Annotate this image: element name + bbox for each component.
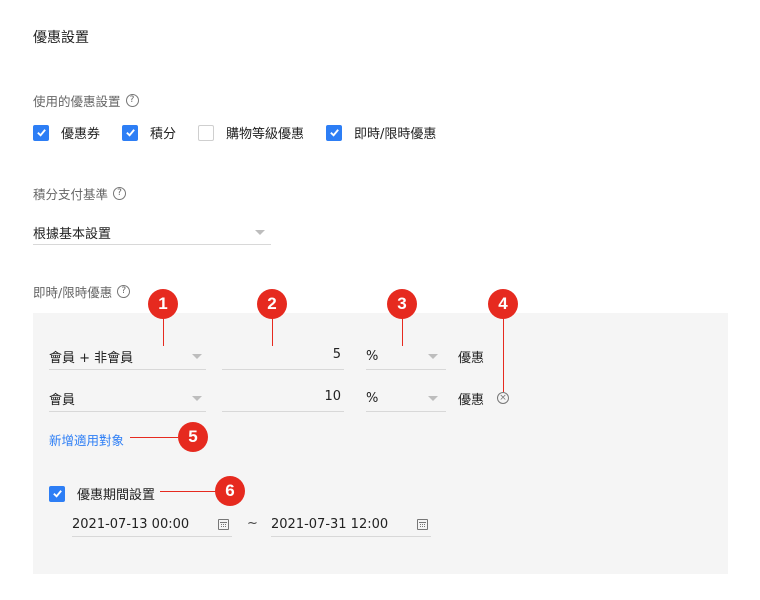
help-icon[interactable]: ?	[117, 285, 131, 298]
unit-select-2[interactable]: %	[366, 386, 446, 412]
discount-usage-options: 優惠券 積分 購物等級優惠 即時/限時優惠	[33, 123, 458, 142]
remove-row-icon[interactable]: ×	[497, 392, 509, 404]
annotation-badge-5: 5	[178, 422, 208, 452]
period-label: 優惠期間設置	[77, 488, 156, 503]
date-separator: ~	[247, 516, 258, 531]
annotation-line-3	[402, 318, 403, 346]
annotation-badge-6: 6	[215, 476, 245, 506]
end-date-input[interactable]: 2021-07-31 12:00	[271, 512, 431, 537]
calendar-icon[interactable]	[218, 518, 229, 530]
annotation-badge-1: 1	[148, 289, 178, 319]
checkbox-instant-discount[interactable]	[326, 124, 343, 141]
option-points[interactable]: 積分	[122, 123, 176, 142]
calendar-icon[interactable]	[417, 518, 428, 530]
start-date-input[interactable]: 2021-07-13 00:00	[72, 512, 232, 537]
chevron-down-icon	[428, 354, 438, 359]
option-label: 購物等級優惠	[226, 127, 305, 142]
chevron-down-icon	[428, 396, 438, 401]
row-suffix: 優惠	[458, 351, 485, 366]
points-basis-label-group: 積分支付基準 ?	[33, 184, 127, 203]
unit-select-1[interactable]: %	[366, 344, 446, 370]
checkbox-shopping-level[interactable]	[198, 124, 215, 141]
annotation-line-4	[503, 318, 504, 392]
annotation-line-2	[272, 318, 273, 346]
target-select-1[interactable]: 會員 + 非會員	[49, 344, 206, 370]
target-value: 會員 + 非會員	[49, 351, 134, 366]
option-label: 優惠券	[61, 127, 101, 142]
amount-input-1[interactable]: 5	[222, 344, 344, 370]
points-basis-select[interactable]: 根據基本設置	[33, 221, 271, 245]
annotation-line-6	[160, 491, 216, 492]
end-date-value: 2021-07-31 12:00	[271, 516, 389, 532]
page-title: 優惠設置	[33, 30, 89, 46]
annotation-badge-2: 2	[257, 289, 287, 319]
unit-value: %	[366, 391, 379, 406]
annotation-badge-3: 3	[387, 289, 417, 319]
option-instant-discount[interactable]: 即時/限時優惠	[326, 123, 436, 142]
annotation-badge-4: 4	[488, 289, 518, 319]
amount-input-2[interactable]: 10	[222, 386, 344, 412]
option-label: 積分	[150, 127, 177, 142]
chevron-down-icon	[192, 396, 202, 401]
start-date-value: 2021-07-13 00:00	[72, 516, 190, 532]
target-select-2[interactable]: 會員	[49, 386, 206, 412]
checkbox-coupon[interactable]	[33, 124, 49, 141]
chevron-down-icon	[255, 230, 265, 235]
discount-usage-label-group: 使用的優惠設置 ?	[33, 91, 139, 110]
annotation-line-5	[130, 437, 178, 438]
instant-discount-label-group: 即時/限時優惠 ?	[33, 282, 131, 301]
period-toggle[interactable]: 優惠期間設置	[49, 484, 155, 503]
chevron-down-icon	[192, 354, 202, 359]
help-icon[interactable]: ?	[113, 187, 127, 200]
discount-usage-label: 使用的優惠設置	[33, 94, 121, 109]
checkbox-period[interactable]	[49, 485, 65, 502]
instant-discount-label: 即時/限時優惠	[33, 285, 113, 300]
row-suffix: 優惠	[458, 393, 485, 408]
checkbox-points[interactable]	[122, 124, 139, 141]
add-target-link[interactable]: 新增適用對象	[49, 430, 124, 449]
option-label: 即時/限時優惠	[354, 127, 437, 142]
unit-value: %	[366, 349, 379, 364]
option-shopping-level[interactable]: 購物等級優惠	[198, 123, 304, 142]
annotation-line-1	[163, 318, 164, 346]
points-basis-label: 積分支付基準	[33, 187, 109, 202]
help-icon[interactable]: ?	[125, 94, 139, 107]
target-value: 會員	[49, 393, 76, 408]
option-coupon[interactable]: 優惠券	[33, 123, 100, 142]
points-basis-value: 根據基本設置	[33, 227, 112, 242]
period-option: 優惠期間設置	[49, 484, 177, 503]
